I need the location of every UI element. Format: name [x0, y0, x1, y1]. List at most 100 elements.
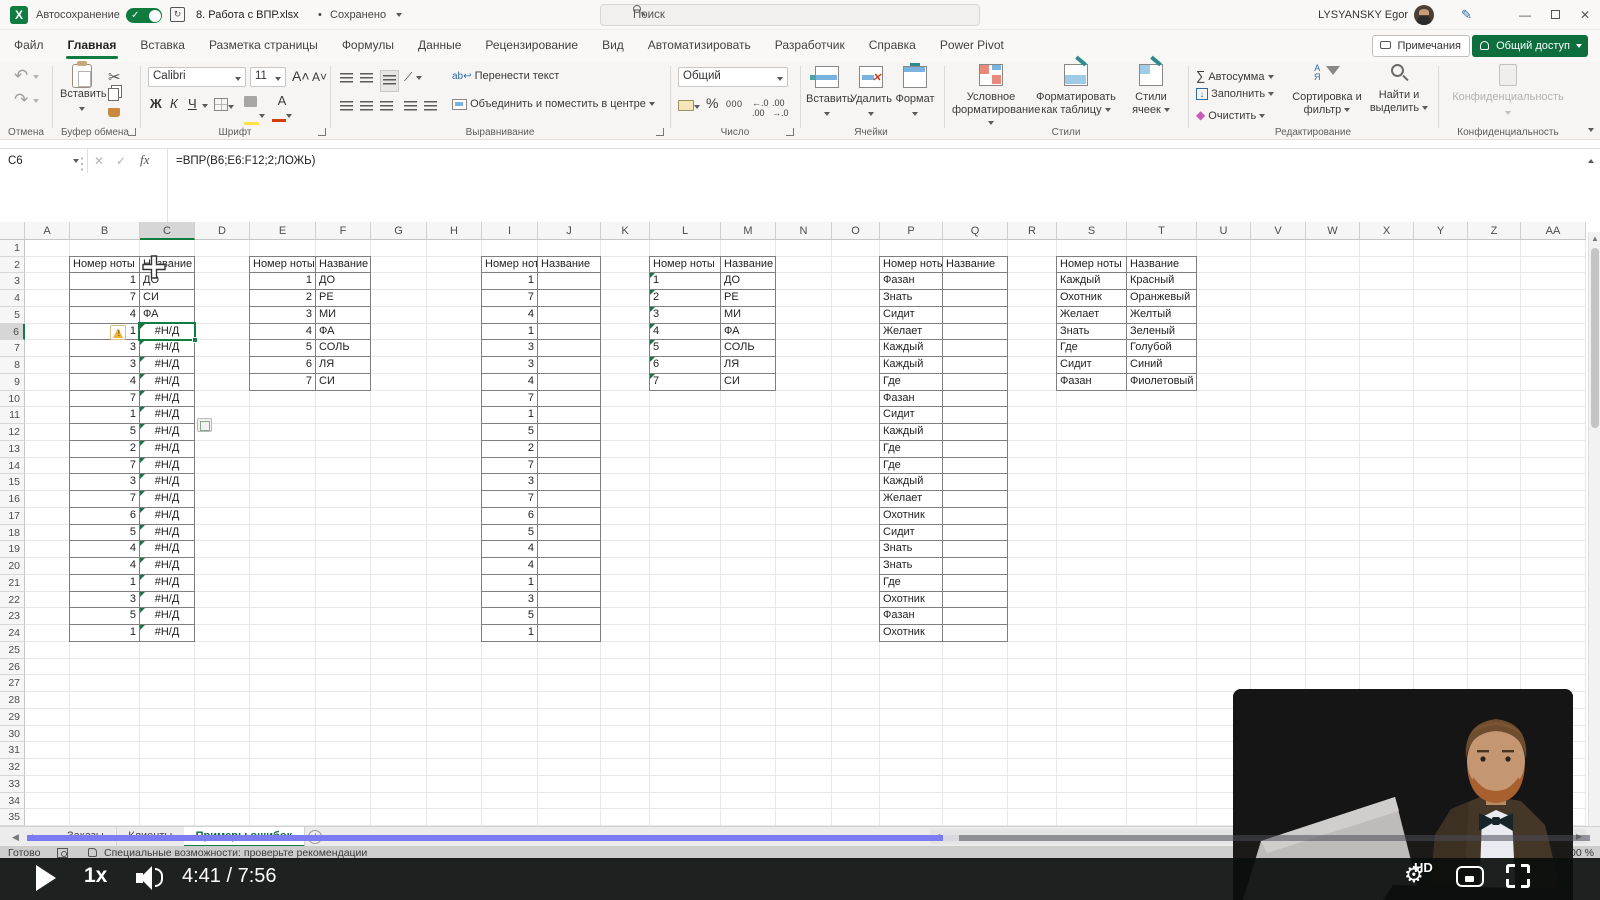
underline-caret[interactable] [202, 104, 208, 108]
cell[interactable]: Оранжевый [1127, 290, 1197, 307]
cell[interactable]: Знать [880, 558, 943, 575]
paste-button[interactable]: Вставить [60, 61, 107, 118]
header-cell[interactable]: Название [316, 256, 371, 274]
cell[interactable]: Где [880, 574, 943, 592]
cell[interactable]: #Н/Д [140, 390, 195, 408]
find-select-button[interactable]: Найти и выделить [1366, 64, 1432, 115]
column-header-X[interactable]: X [1360, 222, 1414, 240]
cell[interactable]: 7 [482, 390, 538, 408]
row-header-9[interactable]: 9 [0, 373, 25, 391]
cell[interactable]: Желтый [1127, 306, 1197, 324]
cell[interactable] [943, 507, 1008, 525]
format-as-table-button[interactable]: Форматировать как таблицу [1036, 55, 1116, 117]
orientation-button[interactable]: ⟋ [404, 70, 422, 85]
cell[interactable]: 2 [482, 440, 538, 458]
cell[interactable] [538, 424, 601, 441]
cell[interactable]: 2 [250, 290, 316, 307]
search-input[interactable]: Поиск [600, 4, 980, 26]
sort-filter-button[interactable]: АЯ Сортировка и фильтр [1292, 64, 1362, 117]
cell[interactable]: ДО [721, 273, 776, 291]
cell[interactable]: 4 [70, 558, 140, 575]
cell[interactable] [538, 524, 601, 542]
row-header-31[interactable]: 31 [0, 742, 25, 760]
cell[interactable]: РЕ [316, 290, 371, 307]
cell[interactable] [538, 574, 601, 592]
cell[interactable] [538, 390, 601, 408]
cell[interactable] [538, 306, 601, 324]
cell[interactable]: 1 [70, 323, 140, 341]
collapse-formula-bar-icon[interactable] [1588, 159, 1594, 163]
collapse-ribbon-icon[interactable] [1588, 128, 1594, 132]
font-dialog-launcher[interactable] [318, 128, 326, 136]
cell[interactable]: МИ [316, 306, 371, 324]
cell[interactable]: Голубой [1127, 340, 1197, 358]
cell[interactable]: 3 [482, 591, 538, 609]
fill-button[interactable]: ↓ Заполнить [1196, 88, 1275, 100]
cell[interactable]: 7 [70, 457, 140, 475]
prev-sheet-icon[interactable]: ◀ [12, 832, 19, 843]
menu-tab-Разработчик[interactable]: Разработчик [763, 30, 857, 60]
column-header-C[interactable]: C [140, 222, 195, 240]
cell[interactable]: Где [880, 373, 943, 391]
row-header-10[interactable]: 10 [0, 390, 25, 408]
cell[interactable] [538, 558, 601, 575]
column-header-U[interactable]: U [1197, 222, 1251, 240]
cell[interactable]: #Н/Д [140, 608, 195, 626]
cell[interactable] [538, 290, 601, 307]
cell[interactable] [538, 273, 601, 291]
header-cell[interactable]: Номер ноты [650, 256, 721, 274]
row-header-34[interactable]: 34 [0, 792, 25, 810]
cell[interactable]: 6 [250, 357, 316, 374]
row-header-4[interactable]: 4 [0, 290, 25, 307]
cell[interactable]: Охотник [880, 507, 943, 525]
cell[interactable]: 4 [70, 306, 140, 324]
vertical-scrollbar[interactable]: ▲ [1588, 232, 1600, 826]
cell[interactable]: 4 [482, 306, 538, 324]
cell[interactable]: Фазан [880, 608, 943, 626]
number-format-combo[interactable]: Общий [678, 67, 788, 87]
autosum-button[interactable]: ∑ Автосумма [1196, 68, 1274, 83]
cell[interactable]: ЛЯ [721, 357, 776, 374]
row-header-5[interactable]: 5 [0, 306, 25, 324]
menu-tab-Power Pivot[interactable]: Power Pivot [928, 30, 1016, 60]
row-header-25[interactable]: 25 [0, 641, 25, 659]
row-header-8[interactable]: 8 [0, 357, 25, 374]
decrease-indent-icon[interactable] [404, 98, 417, 116]
cell[interactable]: Фазан [880, 390, 943, 408]
align-middle-icon[interactable] [360, 70, 373, 88]
merge-center-button[interactable]: Объединить и поместить в центре [452, 98, 655, 110]
cell[interactable]: Желает [880, 491, 943, 508]
row-header-29[interactable]: 29 [0, 708, 25, 726]
column-header-AA[interactable]: AA [1521, 222, 1586, 240]
cell[interactable]: Каждый [1057, 273, 1127, 291]
format-cells-button[interactable]: Формат [894, 63, 936, 123]
cell[interactable]: #Н/Д [140, 424, 195, 441]
cell[interactable]: Каждый [880, 357, 943, 374]
cell[interactable]: 7 [650, 373, 721, 391]
column-header-H[interactable]: H [427, 222, 482, 240]
cell[interactable] [943, 340, 1008, 358]
column-header-N[interactable]: N [776, 222, 832, 240]
italic-button[interactable]: К [170, 96, 178, 111]
font-size-combo[interactable]: 11 [250, 67, 286, 87]
decrease-decimal-button[interactable]: .00 →.0 [772, 98, 789, 118]
document-title[interactable]: 8. Работа с ВПР.xlsx [196, 0, 299, 30]
clipboard-dialog-launcher[interactable] [128, 128, 136, 136]
cell[interactable]: 5 [482, 608, 538, 626]
row-header-19[interactable]: 19 [0, 541, 25, 559]
cell[interactable]: 3 [482, 357, 538, 374]
cell[interactable]: Фазан [880, 273, 943, 291]
restore-button[interactable] [1540, 0, 1570, 30]
cell[interactable] [943, 373, 1008, 391]
cell[interactable]: Знать [880, 541, 943, 559]
column-header-P[interactable]: P [880, 222, 943, 240]
cell[interactable]: 5 [70, 608, 140, 626]
grip-icon[interactable]: ⋮ [74, 154, 90, 174]
header-cell[interactable]: Номер ноты [880, 256, 943, 274]
cell[interactable]: Каждый [880, 424, 943, 441]
cell[interactable] [943, 558, 1008, 575]
cell[interactable]: #Н/Д [140, 457, 195, 475]
cell[interactable]: Красный [1127, 273, 1197, 291]
share-button[interactable]: Общий доступ [1472, 35, 1588, 57]
header-cell[interactable]: Название [943, 256, 1008, 274]
